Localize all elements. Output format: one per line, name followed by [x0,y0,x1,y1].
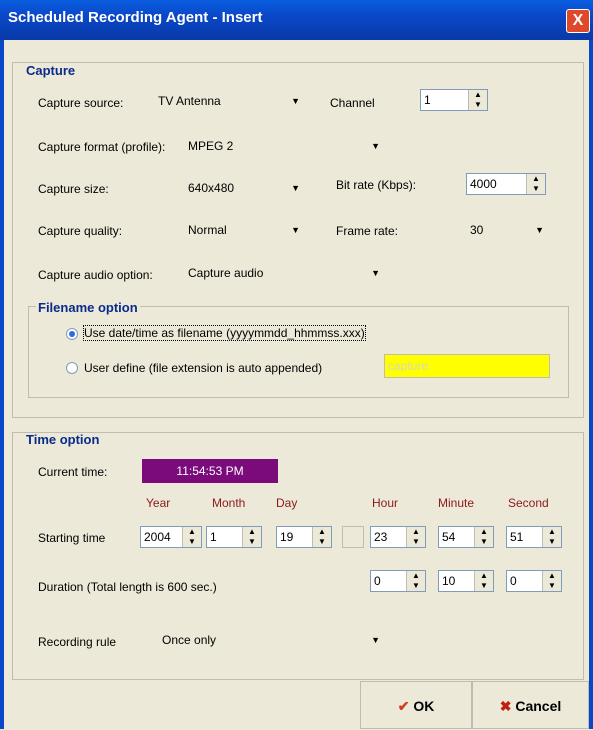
channel-label: Channel [330,96,375,110]
day-header: Day [276,496,298,510]
starting-time-label: Starting time [38,531,106,545]
duration-hour-stepper[interactable]: 0 ▲ ▼ [370,570,426,592]
audio-option-select[interactable]: Capture audio ▼ [184,263,384,283]
recording-rule-label: Recording rule [38,635,117,649]
month-header: Month [212,496,246,510]
option-user-label[interactable]: User define (file extension is auto appe… [84,361,322,375]
spin-arrows-icon[interactable]: ▲ ▼ [542,527,561,547]
spin-arrows-icon[interactable]: ▲ ▼ [312,527,331,547]
user-filename-input[interactable]: capture [384,354,550,378]
spin-arrows-icon[interactable]: ▲ ▼ [406,571,425,591]
framerate-select[interactable]: 30 ▼ [466,220,548,240]
start-second-stepper[interactable]: 51 ▲ ▼ [506,526,562,548]
capture-quality-label: Capture quality: [38,224,123,238]
current-time-display: 11:54:53 PM [142,459,278,483]
radio-user-define[interactable] [66,362,78,374]
time-group-title: Time option [26,432,100,447]
start-day-stepper[interactable]: 19 ▲ ▼ [276,526,332,548]
chevron-down-icon: ▼ [535,225,544,235]
capture-source-select[interactable]: TV Antenna ▼ [154,91,304,111]
minute-header: Minute [438,496,475,510]
chevron-down-icon: ▼ [291,225,300,235]
capture-source-label: Capture source: [38,96,124,110]
filename-group-title: Filename option [36,300,140,315]
spin-arrows-icon[interactable]: ▲ ▼ [468,90,487,110]
duration-second-stepper[interactable]: 0 ▲ ▼ [506,570,562,592]
title-bar: Scheduled Recording Agent - Insert X [0,0,593,40]
capture-size-select[interactable]: 640x480 ▼ [184,178,304,198]
second-header: Second [508,496,549,510]
start-year-stepper[interactable]: 2004 ▲ ▼ [140,526,202,548]
spin-arrows-icon[interactable]: ▲ ▼ [242,527,261,547]
chevron-down-icon: ▼ [371,635,380,645]
year-header: Year [146,496,171,510]
chevron-down-icon: ▼ [371,141,380,151]
spin-arrows-icon[interactable]: ▲ ▼ [474,571,493,591]
capture-quality-select[interactable]: Normal ▼ [184,220,304,240]
start-toggle-box[interactable] [342,526,364,548]
window-title: Scheduled Recording Agent - Insert [8,9,263,26]
capture-size-label: Capture size: [38,182,109,196]
cancel-button[interactable]: ✖ Cancel [472,681,589,729]
x-icon: ✖ [499,698,512,714]
bitrate-label: Bit rate (Kbps): [336,178,417,192]
chevron-down-icon: ▼ [371,268,380,278]
spin-arrows-icon[interactable]: ▲ ▼ [526,174,545,194]
channel-stepper[interactable]: 1 ▲ ▼ [420,89,488,111]
capture-group-title: Capture [26,63,76,78]
audio-option-label: Capture audio option: [38,268,153,282]
close-button[interactable]: X [566,9,590,33]
hour-header: Hour [372,496,399,510]
spin-arrows-icon[interactable]: ▲ ▼ [474,527,493,547]
framerate-label: Frame rate: [336,224,399,238]
capture-format-label: Capture format (profile): [38,140,166,154]
check-icon: ✔ [397,698,410,714]
option-datetime-label[interactable]: Use date/time as filename (yyyymmdd_hhmm… [83,325,366,341]
ok-button[interactable]: ✔ OK [360,681,472,729]
chevron-down-icon: ▼ [291,96,300,106]
start-hour-stepper[interactable]: 23 ▲ ▼ [370,526,426,548]
bitrate-stepper[interactable]: 4000 ▲ ▼ [466,173,546,195]
radio-datetime[interactable] [66,328,78,340]
spin-arrows-icon[interactable]: ▲ ▼ [406,527,425,547]
current-time-label: Current time: [38,465,108,479]
start-month-stepper[interactable]: 1 ▲ ▼ [206,526,262,548]
start-minute-stepper[interactable]: 54 ▲ ▼ [438,526,494,548]
duration-minute-stepper[interactable]: 10 ▲ ▼ [438,570,494,592]
recording-rule-select[interactable]: Once only ▼ [158,630,384,650]
duration-label: Duration (Total length is 600 sec.) [38,580,217,594]
spin-arrows-icon[interactable]: ▲ ▼ [542,571,561,591]
filename-group [28,306,569,398]
capture-format-select[interactable]: MPEG 2 ▼ [184,136,384,156]
spin-arrows-icon[interactable]: ▲ ▼ [182,527,201,547]
chevron-down-icon: ▼ [291,183,300,193]
